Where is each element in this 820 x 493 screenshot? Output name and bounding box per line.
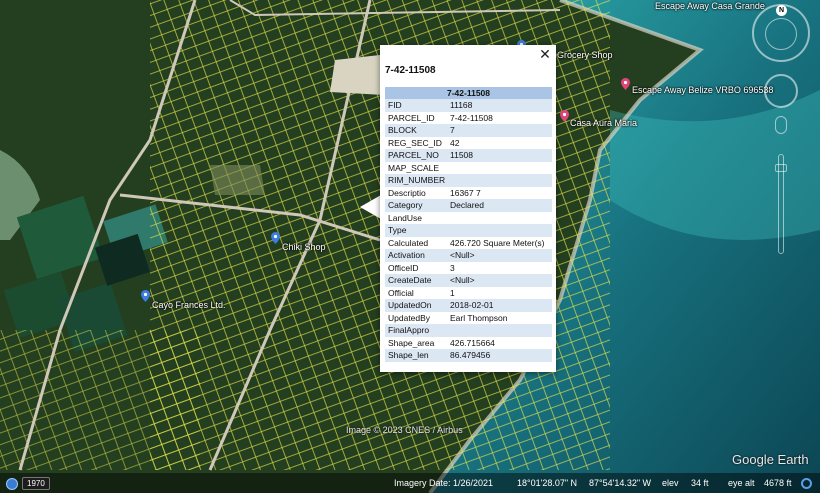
attribute-table-header: 7-42-11508	[385, 87, 552, 99]
attribute-row: BLOCK 7	[385, 124, 552, 137]
attribute-value	[447, 174, 552, 187]
place-label-casa-grande[interactable]: Escape Away Casa Grande	[655, 1, 765, 11]
attribute-key: REG_SEC_ID	[388, 137, 442, 148]
casa-aura-pin-icon[interactable]	[560, 110, 569, 122]
attribute-value: 7-42-11508	[450, 112, 493, 123]
attribute-value: 11508	[447, 149, 552, 162]
attribute-row: CreateDate <Null>	[385, 274, 552, 287]
eye-alt-value: 4678 ft	[764, 478, 792, 488]
streaming-status-icon	[801, 478, 812, 489]
attribute-value: 1	[450, 287, 455, 298]
attribute-row: Category Declared	[385, 199, 552, 212]
attribute-row: Type	[385, 224, 552, 237]
attribute-key: Category	[385, 199, 447, 212]
attribute-row: UpdatedOn 2018-02-01	[385, 299, 552, 312]
attribute-key: OfficeID	[388, 262, 419, 273]
attribute-key: LandUse	[388, 212, 423, 223]
longitude-readout: 87°54'14.32" W	[589, 478, 652, 488]
elevation-value: 34 ft	[691, 478, 709, 488]
attribute-row: REG_SEC_ID 42	[385, 137, 552, 150]
balloon-pointer	[360, 195, 381, 219]
attribute-key: UpdatedOn	[385, 299, 447, 312]
attribute-key: RIM_NUMBER	[385, 174, 447, 187]
image-credit: Image © 2023 CNES / Airbus	[346, 425, 463, 435]
chiki-pin-icon[interactable]	[271, 232, 280, 244]
attribute-key: UpdatedBy	[388, 312, 431, 323]
attribute-key: PARCEL_ID	[388, 112, 435, 123]
street-view-icon[interactable]	[775, 116, 787, 134]
attribute-value: 7	[447, 124, 552, 137]
attribute-row: Official 1	[385, 287, 552, 300]
attribute-value	[447, 324, 552, 337]
elevation-label: elev	[662, 478, 679, 488]
attribute-key: FID	[385, 99, 447, 112]
attribute-value	[447, 162, 552, 175]
attribute-row: RIM_NUMBER	[385, 174, 552, 187]
latitude-readout: 18°01'28.07" N	[517, 478, 578, 488]
attribute-value: <Null>	[447, 249, 552, 262]
historical-year-badge[interactable]: 1970	[22, 477, 50, 490]
attribute-key: Shape_len	[385, 349, 447, 362]
attribute-key: MAP_SCALE	[388, 162, 440, 173]
attribute-key: Shape_area	[388, 337, 435, 348]
attribute-value: Declared	[447, 199, 552, 212]
imagery-date: Imagery Date: 1/26/2021	[394, 478, 494, 488]
attribute-value	[447, 224, 552, 237]
move-joystick[interactable]	[764, 74, 798, 108]
attribute-key: FinalAppro	[385, 324, 447, 337]
attribute-key: Official	[388, 287, 414, 298]
close-icon[interactable]: ✕	[538, 47, 552, 61]
look-center-icon[interactable]	[765, 18, 797, 50]
eye-alt-label: eye alt	[728, 478, 755, 488]
attribute-row: MAP_SCALE	[385, 162, 552, 175]
attribute-value	[447, 212, 552, 225]
attribute-key: BLOCK	[385, 124, 447, 137]
attribute-value: <Null>	[447, 274, 552, 287]
balloon-title: 7-42-11508	[385, 65, 436, 76]
cayo-pin-icon[interactable]	[141, 290, 150, 302]
attribute-value: 11168	[447, 99, 552, 112]
attribute-key: CreateDate	[385, 274, 447, 287]
attribute-row: OfficeID 3	[385, 262, 552, 275]
attribute-row: FID 11168	[385, 99, 552, 112]
place-label-chiki[interactable]: Chiki Shop	[282, 242, 326, 252]
google-earth-logo: Google Earth	[732, 452, 809, 467]
attribute-row: Shape_len 86.479456	[385, 349, 552, 362]
navigation-controls: N	[752, 4, 812, 264]
attribute-key: PARCEL_NO	[385, 149, 447, 162]
attribute-value: 3	[450, 262, 455, 273]
place-label-cayo[interactable]: Cayo Frances Ltd.	[152, 300, 226, 310]
parcel-info-balloon: ✕ 7-42-11508 7-42-11508 FID 11168 PARCEL_I…	[380, 45, 556, 372]
attribute-row: PARCEL_ID 7-42-11508	[385, 112, 552, 125]
attribute-key: Activation	[385, 249, 447, 262]
attribute-row: PARCEL_NO 11508	[385, 149, 552, 162]
attribute-row: Activation <Null>	[385, 249, 552, 262]
attribute-row: FinalAppro	[385, 324, 552, 337]
attribute-value: 2018-02-01	[447, 299, 552, 312]
attribute-value: 86.479456	[447, 349, 552, 362]
attribute-row: Calculated 426.720 Square Meter(s)	[385, 237, 552, 250]
historical-imagery-icon[interactable]	[6, 478, 18, 490]
attribute-value: 16367 7	[450, 187, 481, 198]
attribute-key: Descriptio	[388, 187, 426, 198]
status-bar: Imagery Date: 1/26/2021 18°01'28.07" N 8…	[0, 473, 820, 493]
attribute-key: Type	[385, 224, 447, 237]
attribute-value: 426.720 Square Meter(s)	[450, 237, 545, 248]
attribute-value: 42	[450, 137, 460, 148]
attribute-row: UpdatedBy Earl Thompson	[385, 312, 552, 325]
north-indicator[interactable]: N	[776, 5, 787, 16]
escape-vrbo-pin-icon[interactable]	[621, 78, 630, 90]
place-label-grocery[interactable]: Grocery Shop	[557, 50, 613, 60]
attribute-value: 426.715664	[450, 337, 495, 348]
attribute-table: 7-42-11508 FID 11168 PARCEL_ID 7-42-11508 BL…	[385, 87, 552, 362]
attribute-row: Descriptio 16367 7	[385, 187, 552, 200]
attribute-row: Shape_area 426.715664	[385, 337, 552, 350]
zoom-handle[interactable]	[775, 164, 787, 172]
place-label-casa-aura[interactable]: Casa Aura Maria	[570, 118, 637, 128]
attribute-value: Earl Thompson	[450, 312, 508, 323]
attribute-key: Calculated	[388, 237, 429, 248]
attribute-row: LandUse	[385, 212, 552, 225]
